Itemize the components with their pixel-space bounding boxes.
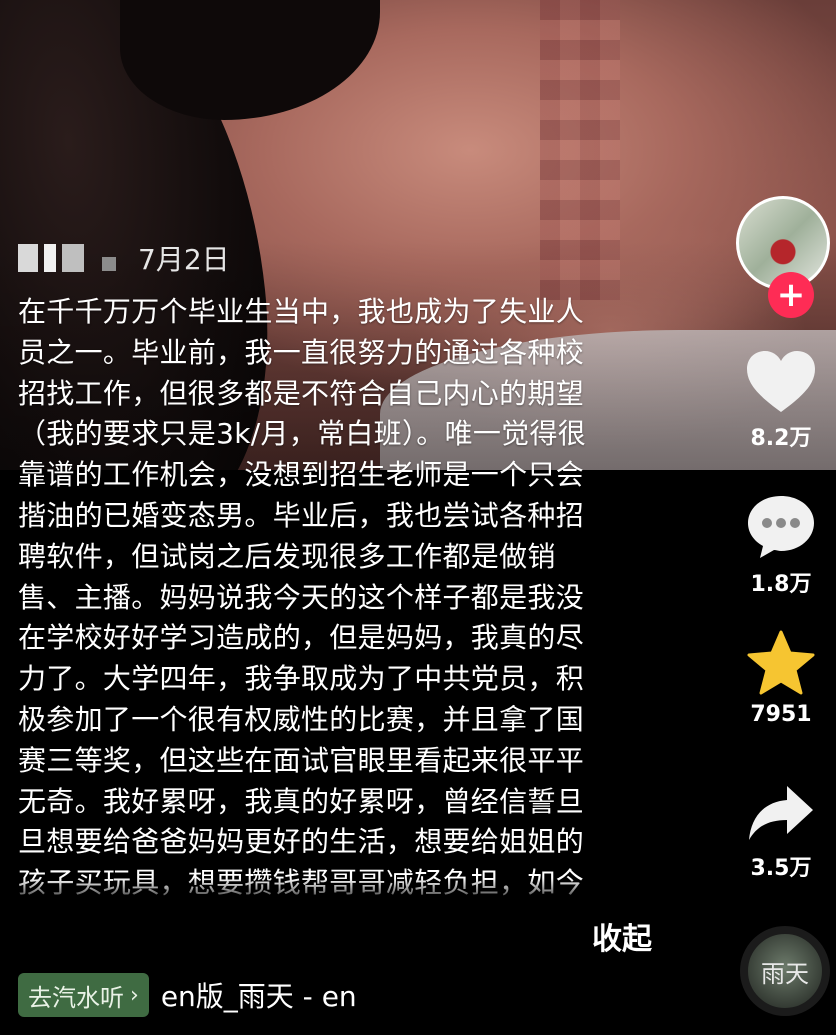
caption-line: 靠谱的工作机会，没想到招生老师是一个只会 — [18, 458, 585, 492]
favorite-button[interactable]: 7951 — [726, 630, 836, 727]
chevron-right-icon: › — [130, 982, 139, 1008]
post-caption[interactable]: 在千千万万个毕业生当中，我也成为了失业人 员之一。毕业前，我一直很努力的通过各种… — [18, 292, 658, 904]
caption-line: 赛三等奖，但这些在面试官眼里看起来很平平 — [18, 743, 585, 777]
caption-line: 力了。大学四年，我争取成为了中共党员，积 — [18, 662, 585, 696]
music-row: 去汽水听 › en版_雨天 - en — [18, 972, 357, 1018]
share-icon — [749, 786, 813, 840]
caption-line: 聘软件，但试岗之后发现很多工作都是做销 — [18, 539, 556, 573]
music-disc[interactable]: 雨天 — [740, 926, 830, 1016]
caption-line: （我的要求只是3k/月，常白班）。唯一觉得很 — [18, 417, 587, 451]
share-button[interactable]: 3.5万 — [726, 784, 836, 882]
caption-line: 揩油的已婚变态男。毕业后，我也尝试各种招 — [18, 498, 585, 532]
caption-line: 在千千万万个毕业生当中，我也成为了失业人 — [18, 295, 585, 328]
star-icon — [747, 630, 815, 695]
action-sidebar: + 8.2万 1.8万 7951 3.5万 雨天 — [726, 0, 836, 1035]
caption-line: 旦想要给爸爸妈妈更好的生活，想要给姐姐的 — [18, 825, 585, 859]
video-hair-top-region — [120, 0, 380, 120]
caption-line: 极参加了一个很有权威性的比赛，并且拿了国 — [18, 702, 585, 736]
share-count: 3.5万 — [750, 856, 812, 881]
caption-fade — [0, 878, 680, 908]
favorite-count: 7951 — [750, 702, 812, 727]
music-track-name[interactable]: en版_雨天 - en — [161, 975, 357, 1015]
music-tag-label: 去汽水听 — [28, 983, 124, 1012]
author-row[interactable]: 7月2日 — [18, 238, 230, 278]
heart-icon — [747, 351, 815, 412]
collapse-caption-button[interactable]: 收起 — [592, 914, 652, 958]
author-name-blurred[interactable] — [18, 244, 38, 272]
caption-line: 员之一。毕业前，我一直很努力的通过各种校 — [18, 335, 585, 369]
music-disc-label: 雨天 — [761, 959, 809, 988]
caption-line: 招找工作，但很多都是不符合自己内心的期望 — [18, 376, 585, 410]
comment-icon — [748, 496, 814, 558]
author-name-blurred — [102, 257, 116, 271]
author-name-blurred — [62, 244, 84, 272]
caption-line: 售、主播。妈妈说我今天的这个样子都是我没 — [18, 580, 585, 614]
follow-button[interactable]: + — [768, 272, 814, 318]
like-button[interactable]: 8.2万 — [726, 350, 836, 452]
author-name-blurred — [44, 244, 56, 272]
comment-button[interactable]: 1.8万 — [726, 494, 836, 598]
like-count: 8.2万 — [750, 426, 812, 451]
open-in-qishui-button[interactable]: 去汽水听 › — [18, 973, 149, 1017]
plus-icon: + — [776, 275, 806, 315]
caption-line: 在学校好好学习造成的，但是妈妈，我真的尽 — [18, 621, 585, 655]
caption-line: 无奇。我好累呀，我真的好累呀，曾经信誓旦 — [18, 784, 585, 818]
comment-count: 1.8万 — [750, 572, 812, 597]
post-date: 7月2日 — [138, 243, 230, 276]
